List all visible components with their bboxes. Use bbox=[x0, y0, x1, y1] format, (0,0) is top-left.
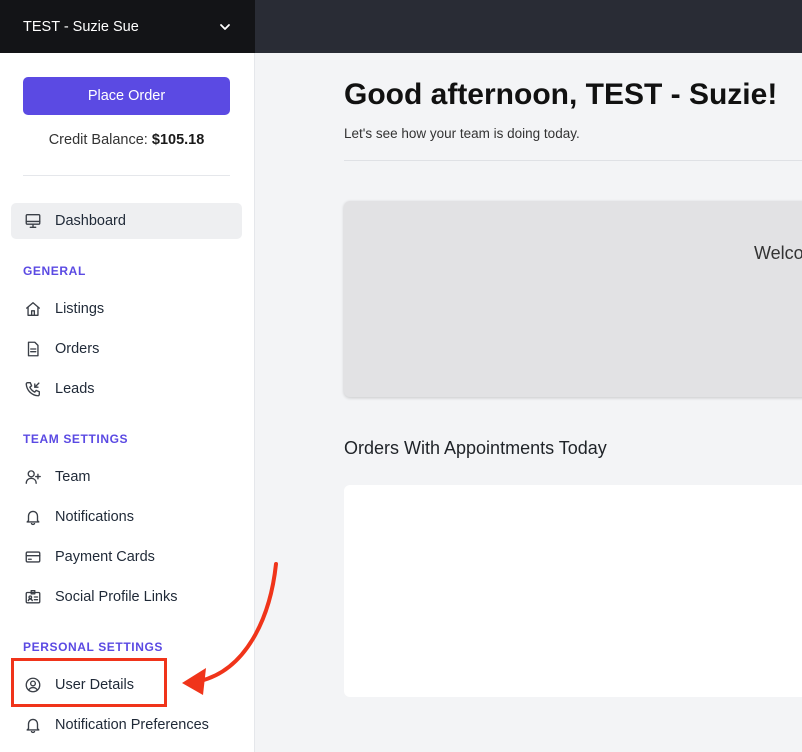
sidebar-item-label: Notifications bbox=[55, 509, 134, 525]
sidebar-item-payment-cards[interactable]: Payment Cards bbox=[11, 539, 242, 575]
bell-icon bbox=[23, 507, 43, 527]
section-label-general: GENERAL bbox=[23, 264, 86, 278]
sidebar-item-label: Social Profile Links bbox=[55, 589, 178, 605]
sidebar-item-label: Listings bbox=[55, 301, 105, 317]
sidebar-item-label: Payment Cards bbox=[55, 549, 155, 565]
document-icon bbox=[23, 339, 43, 359]
sidebar-item-dashboard[interactable]: Dashboard bbox=[11, 203, 242, 239]
page-subtitle: Let's see how your team is doing today. bbox=[344, 126, 580, 141]
sidebar-item-label: Leads bbox=[55, 381, 95, 397]
sidebar-item-leads[interactable]: Leads bbox=[11, 371, 242, 407]
section-label-team-settings: TEAM SETTINGS bbox=[23, 432, 129, 446]
welcome-card: Welco bbox=[344, 201, 802, 397]
credit-card-icon bbox=[23, 547, 43, 567]
credit-balance-value: $105.18 bbox=[151, 132, 205, 148]
sidebar-item-social-profile-links[interactable]: Social Profile Links bbox=[11, 579, 242, 615]
sidebar-item-label: Orders bbox=[55, 341, 100, 357]
account-switcher[interactable]: TEST - Suzie Sue bbox=[0, 0, 255, 53]
orders-card bbox=[344, 485, 802, 697]
sidebar-item-notification-preferences[interactable]: Notification Preferences bbox=[11, 707, 242, 743]
account-name: TEST - Suzie Sue bbox=[23, 18, 139, 35]
sidebar-item-team[interactable]: Team bbox=[11, 459, 242, 495]
sidebar-divider bbox=[23, 175, 230, 176]
home-icon bbox=[23, 299, 43, 319]
user-plus-icon bbox=[23, 467, 43, 487]
annotation-highlight-box bbox=[11, 658, 167, 707]
header-divider bbox=[344, 160, 802, 161]
sidebar-item-label: Dashboard bbox=[55, 213, 126, 229]
bell-icon bbox=[23, 715, 43, 735]
orders-section-title: Orders With Appointments Today bbox=[344, 438, 607, 458]
sidebar-item-notifications[interactable]: Notifications bbox=[11, 499, 242, 535]
credit-balance: Credit Balance: $105.18 bbox=[0, 132, 253, 148]
sidebar-item-listings[interactable]: Listings bbox=[11, 291, 242, 327]
credit-balance-label: Credit Balance: bbox=[48, 132, 148, 148]
sidebar-item-orders[interactable]: Orders bbox=[11, 331, 242, 367]
sidebar: Place Order Credit Balance: $105.18 Dash… bbox=[0, 53, 255, 752]
place-order-button[interactable]: Place Order bbox=[23, 77, 230, 115]
welcome-text: Welco bbox=[754, 243, 802, 263]
id-card-icon bbox=[23, 587, 43, 607]
chevron-down-icon bbox=[220, 23, 230, 30]
monitor-icon bbox=[23, 211, 43, 231]
section-label-personal-settings: PERSONAL SETTINGS bbox=[23, 640, 163, 654]
top-bar bbox=[255, 0, 802, 53]
phone-incoming-icon bbox=[23, 379, 43, 399]
sidebar-item-label: Team bbox=[55, 469, 91, 485]
sidebar-item-label: Notification Preferences bbox=[55, 717, 209, 733]
page-title: Good afternoon, TEST - Suzie! bbox=[344, 78, 778, 111]
